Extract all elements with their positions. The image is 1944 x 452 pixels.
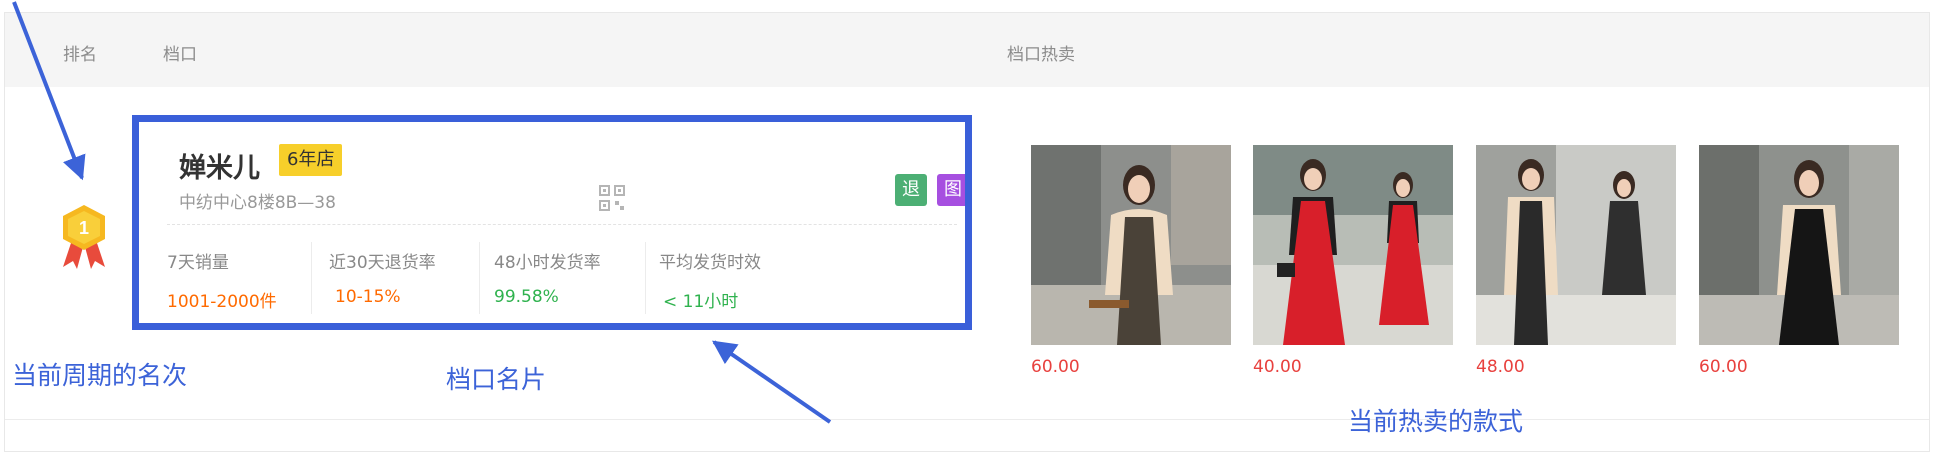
card-divider bbox=[167, 224, 957, 225]
stat-sales-7d: 7天销量 1001-2000件 bbox=[167, 248, 277, 312]
rank-medal-icon: 1 bbox=[63, 205, 105, 269]
shop-name[interactable]: 婵米儿 bbox=[179, 146, 260, 185]
header-hot-items: 档口热卖 bbox=[1007, 45, 1075, 65]
stat-ship-time: 平均发货时效 < 11小时 bbox=[659, 248, 761, 312]
table-header: 排名 档口 档口热卖 bbox=[5, 13, 1929, 87]
ranking-table: 排名 档口 档口热卖 1 婵米儿 6年店 中纺中心8楼8B—38 退 图 7天销… bbox=[4, 12, 1930, 452]
shop-address: 中纺中心8楼8B—38 bbox=[179, 193, 336, 213]
stat-return-rate: 近30天退货率 10-15% bbox=[329, 248, 436, 307]
product-card[interactable]: 60.00 bbox=[1699, 145, 1899, 377]
stat-ship-rate: 48小时发货率 99.58% bbox=[494, 248, 601, 307]
product-price: 40.00 bbox=[1253, 357, 1302, 377]
product-price: 60.00 bbox=[1699, 357, 1748, 377]
stat-value: 99.58% bbox=[494, 287, 559, 307]
stat-separator bbox=[645, 242, 646, 314]
stat-value: 10-15% bbox=[335, 287, 401, 307]
header-rank: 排名 bbox=[63, 45, 97, 65]
stat-label: 7天销量 bbox=[167, 253, 229, 273]
stat-label: 48小时发货率 bbox=[494, 253, 601, 273]
annotation-card: 档口名片 bbox=[446, 365, 547, 394]
rank-number: 1 bbox=[79, 218, 89, 238]
stat-separator bbox=[479, 242, 480, 314]
stat-value: < 11小时 bbox=[663, 292, 739, 312]
product-price: 48.00 bbox=[1476, 357, 1525, 377]
product-image[interactable] bbox=[1253, 145, 1453, 345]
image-tag: 图 bbox=[937, 174, 965, 206]
product-image[interactable] bbox=[1031, 145, 1231, 345]
stall-card[interactable]: 婵米儿 6年店 中纺中心8楼8B—38 退 图 7天销量 1001-2000件 … bbox=[132, 115, 972, 330]
product-card[interactable]: 60.00 bbox=[1031, 145, 1231, 377]
shop-years-badge: 6年店 bbox=[279, 144, 343, 176]
return-tag: 退 bbox=[895, 174, 927, 206]
annotation-rank: 当前周期的名次 bbox=[12, 361, 188, 390]
row-divider bbox=[5, 419, 1929, 420]
product-card[interactable]: 48.00 bbox=[1476, 145, 1676, 377]
header-stall: 档口 bbox=[163, 45, 197, 65]
stat-separator bbox=[311, 242, 312, 314]
qr-code-icon[interactable] bbox=[599, 185, 625, 211]
page: 排名 档口 档口热卖 1 婵米儿 6年店 中纺中心8楼8B—38 退 图 7天销… bbox=[0, 0, 1944, 452]
annotation-hot: 当前热卖的款式 bbox=[1348, 407, 1524, 436]
product-price: 60.00 bbox=[1031, 357, 1080, 377]
stat-label: 近30天退货率 bbox=[329, 253, 436, 273]
product-card[interactable]: 40.00 bbox=[1253, 145, 1453, 377]
stat-label: 平均发货时效 bbox=[659, 253, 761, 273]
product-image[interactable] bbox=[1699, 145, 1899, 345]
stat-value: 1001-2000件 bbox=[167, 292, 277, 312]
product-image[interactable] bbox=[1476, 145, 1676, 345]
